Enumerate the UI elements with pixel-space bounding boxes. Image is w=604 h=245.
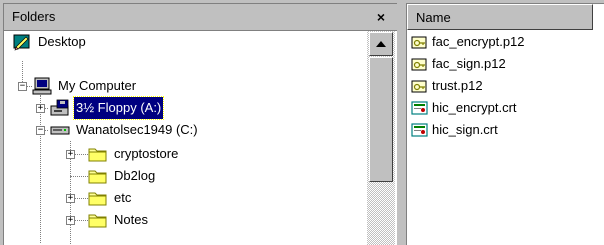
scroll-up-button[interactable] — [369, 32, 393, 56]
tree-item-c-drive[interactable]: Wanatolsec1949 (C:) — [50, 119, 200, 141]
file-item-fac-sign[interactable]: fac_sign.p12 — [411, 53, 506, 75]
tree-item-db2log[interactable]: Db2log — [88, 165, 157, 187]
close-folders-button[interactable]: × — [373, 4, 389, 30]
folders-title: Folders — [12, 9, 56, 24]
file-item-trust[interactable]: trust.p12 — [411, 75, 483, 97]
pkcs12-file-icon — [411, 56, 429, 72]
file-name: hic_encrypt.crt — [432, 100, 517, 115]
tree-item-etc[interactable]: etc — [88, 187, 133, 209]
certificate-file-icon — [411, 100, 429, 116]
file-name: trust.p12 — [432, 78, 483, 93]
tree-connector — [70, 176, 88, 177]
certificate-file-icon — [411, 122, 429, 138]
tree-item-label: Wanatolsec1949 (C:) — [76, 122, 198, 137]
folders-pane: Folders × Desktop − My Computer + 3½ Flo… — [3, 3, 397, 245]
files-pane: Name fac_encrypt.p12 fac_sign.p12 trust.… — [406, 3, 604, 245]
collapse-my-computer-toggle[interactable]: − — [18, 82, 27, 91]
folder-tree: Desktop − My Computer + 3½ Floppy (A:) −… — [4, 31, 366, 245]
folder-icon — [88, 189, 108, 207]
expand-floppy-toggle[interactable]: + — [36, 104, 45, 113]
tree-connector — [40, 95, 41, 243]
folders-header: Folders × — [4, 4, 397, 31]
tree-item-desktop[interactable]: Desktop — [12, 31, 88, 53]
file-name: fac_sign.p12 — [432, 56, 506, 71]
file-item-hic-sign[interactable]: hic_sign.crt — [411, 119, 498, 141]
file-name: hic_sign.crt — [432, 122, 498, 137]
collapse-c-drive-toggle[interactable]: − — [36, 126, 45, 135]
tree-item-cryptostore[interactable]: cryptostore — [88, 143, 180, 165]
tree-item-label: cryptostore — [114, 146, 179, 161]
tree-item-notes[interactable]: Notes — [88, 209, 150, 231]
expand-notes-toggle[interactable]: + — [66, 216, 75, 225]
folder-icon — [88, 167, 108, 185]
file-list: fac_encrypt.p12 fac_sign.p12 trust.p12 h… — [407, 31, 604, 245]
expand-cryptostore-toggle[interactable]: + — [66, 150, 75, 159]
tree-item-label: Desktop — [38, 34, 86, 49]
pkcs12-file-icon — [411, 78, 429, 94]
name-column-header[interactable]: Name — [407, 4, 593, 30]
folder-icon — [88, 145, 108, 163]
tree-item-floppy[interactable]: 3½ Floppy (A:) — [50, 96, 165, 120]
floppy-drive-icon — [50, 99, 70, 117]
computer-icon — [32, 77, 52, 95]
folders-vertical-scrollbar[interactable] — [367, 31, 395, 245]
file-item-fac-encrypt[interactable]: fac_encrypt.p12 — [411, 31, 525, 53]
hard-drive-icon — [50, 121, 70, 139]
tree-item-label: Db2log — [114, 168, 156, 183]
tree-item-label: Notes — [114, 212, 148, 227]
file-item-hic-encrypt[interactable]: hic_encrypt.crt — [411, 97, 517, 119]
pkcs12-file-icon — [411, 34, 429, 50]
desktop-icon — [12, 33, 32, 51]
pane-splitter[interactable] — [397, 0, 406, 245]
scroll-thumb[interactable] — [369, 57, 393, 182]
tree-item-my-computer[interactable]: My Computer — [32, 75, 138, 97]
tree-item-label: etc — [114, 190, 132, 205]
tree-item-label: My Computer — [58, 78, 137, 93]
tree-item-label: 3½ Floppy (A:) — [72, 96, 165, 120]
folder-icon — [88, 211, 108, 229]
expand-etc-toggle[interactable]: + — [66, 194, 75, 203]
file-name: fac_encrypt.p12 — [432, 34, 525, 49]
